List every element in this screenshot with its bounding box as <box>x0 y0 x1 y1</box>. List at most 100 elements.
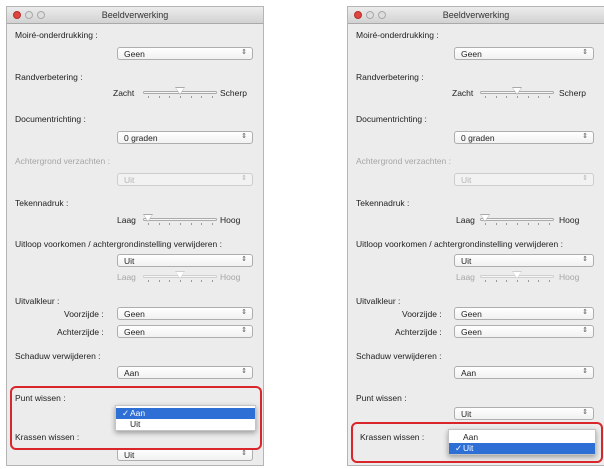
updown-arrow-icon: ⇕ <box>241 327 247 334</box>
bleed-through-slider[interactable] <box>480 271 554 282</box>
front-value: Geen <box>461 309 482 319</box>
bleed-through-slider[interactable] <box>143 271 217 282</box>
updown-arrow-icon: ⇕ <box>582 309 588 316</box>
slider-tick <box>495 280 497 282</box>
slider-max-label: Hoog <box>220 272 241 282</box>
slider-tick <box>190 280 192 282</box>
slider-thumb[interactable] <box>175 271 185 279</box>
char-thickness-slider[interactable] <box>143 214 217 225</box>
shadow-removal-select[interactable]: Aan ⇕ <box>454 366 594 379</box>
updown-arrow-icon: ⇕ <box>241 256 247 263</box>
shadow-removal-value: Aan <box>461 368 477 378</box>
back-select[interactable]: Geen ⇕ <box>117 325 253 338</box>
slider-tick <box>201 223 203 225</box>
slider-tick <box>549 280 550 282</box>
updown-arrow-icon: ⇕ <box>241 450 247 457</box>
dot-removal-label: Punt wissen : <box>356 393 407 403</box>
bleed-through-select[interactable]: Uit ⇕ <box>454 254 594 267</box>
shadow-removal-value: Aan <box>124 368 140 378</box>
front-label: Voorzijde : <box>64 309 104 319</box>
bleed-through-label: Uitloop voorkomen / achtergrondinstellin… <box>356 239 563 249</box>
slider-tick <box>158 223 160 225</box>
moire-value: Geen <box>124 49 145 59</box>
window-title: Beeldverwerking <box>442 10 510 20</box>
slider-tick <box>517 96 518 98</box>
title-bar: Beeldverwerking <box>7 7 263 24</box>
orientation-select[interactable]: 0 graden ⇕ <box>117 131 253 144</box>
slider-tick <box>180 96 181 98</box>
back-select[interactable]: Geen ⇕ <box>454 325 594 338</box>
orientation-label: Documentrichting : <box>356 114 427 124</box>
shadow-removal-select[interactable]: Aan ⇕ <box>117 366 253 379</box>
image-processing-window-left: Beeldverwerking Moiré-onderdrukking : Ge… <box>6 6 264 466</box>
bg-smooth-select[interactable]: Uit ⇕ <box>454 173 594 186</box>
slider-thumb[interactable] <box>175 87 185 95</box>
slider-tick <box>148 223 149 225</box>
moire-select[interactable]: Geen ⇕ <box>117 47 253 60</box>
slider-tick <box>148 96 149 98</box>
slider-tick <box>527 223 529 225</box>
slider-tick <box>212 96 213 98</box>
slider-tick <box>169 223 171 225</box>
slider-tick <box>201 96 203 98</box>
front-select[interactable]: Geen ⇕ <box>117 307 253 320</box>
bg-smooth-select[interactable]: Uit ⇕ <box>117 173 253 186</box>
updown-arrow-icon: ⇕ <box>582 49 588 56</box>
slider-tick <box>517 280 518 282</box>
bleed-through-label: Uitloop voorkomen / achtergrondinstellin… <box>15 239 222 249</box>
slider-tick <box>527 96 529 98</box>
front-select[interactable]: Geen ⇕ <box>454 307 594 320</box>
slider-track <box>480 218 554 221</box>
dot-removal-value: Uit <box>461 409 472 419</box>
title-bar: Beeldverwerking <box>348 7 604 24</box>
slider-tick <box>549 96 550 98</box>
updown-arrow-icon: ⇕ <box>582 409 588 416</box>
dropout-color-label: Uitvalkleur : <box>15 296 60 306</box>
orientation-select[interactable]: 0 graden ⇕ <box>454 131 594 144</box>
moire-select[interactable]: Geen ⇕ <box>454 47 594 60</box>
slider-max-label: Hoog <box>220 215 241 225</box>
moire-label: Moiré-onderdrukking : <box>356 30 439 40</box>
slider-thumb[interactable] <box>143 214 153 222</box>
dot-removal-select[interactable]: Uit ⇕ <box>454 407 594 420</box>
slider-tick <box>158 280 160 282</box>
edge-slider[interactable] <box>143 87 217 98</box>
slider-tick <box>180 223 181 225</box>
char-thickness-slider[interactable] <box>480 214 554 225</box>
image-processing-window-right: Beeldverwerking Moiré-onderdrukking : Ge… <box>347 6 604 466</box>
char-thickness-label: Tekennadruk : <box>15 198 69 208</box>
slider-min-label: Laag <box>117 215 136 225</box>
edge-slider[interactable] <box>480 87 554 98</box>
edge-label: Randverbetering : <box>356 72 424 82</box>
slider-tick <box>506 223 508 225</box>
back-label: Achterzijde : <box>57 327 104 337</box>
back-label: Achterzijde : <box>395 327 442 337</box>
shadow-removal-label: Schaduw verwijderen : <box>356 351 442 361</box>
slider-tick <box>538 96 540 98</box>
bleed-through-select[interactable]: Uit ⇕ <box>117 254 253 267</box>
slider-tick <box>212 280 213 282</box>
slider-tick <box>148 280 149 282</box>
bg-smooth-label: Achtergrond verzachten : <box>356 156 451 166</box>
slider-tick <box>158 96 160 98</box>
slider-tick <box>180 280 181 282</box>
slider-tick <box>485 223 486 225</box>
slider-tick <box>485 280 486 282</box>
slider-tick <box>201 280 203 282</box>
moire-value: Geen <box>461 49 482 59</box>
orientation-value: 0 graden <box>124 133 158 143</box>
slider-min-label: Laag <box>456 272 475 282</box>
orientation-value: 0 graden <box>461 133 495 143</box>
edge-label: Randverbetering : <box>15 72 83 82</box>
slider-tick <box>495 96 497 98</box>
back-value: Geen <box>124 327 145 337</box>
orientation-label: Documentrichting : <box>15 114 86 124</box>
slider-track <box>143 218 217 221</box>
slider-thumb[interactable] <box>512 271 522 279</box>
bleed-through-value: Uit <box>461 256 472 266</box>
slider-tick <box>506 96 508 98</box>
highlight-frame <box>10 386 262 450</box>
slider-thumb[interactable] <box>480 214 490 222</box>
slider-thumb[interactable] <box>512 87 522 95</box>
slider-tick <box>538 280 540 282</box>
